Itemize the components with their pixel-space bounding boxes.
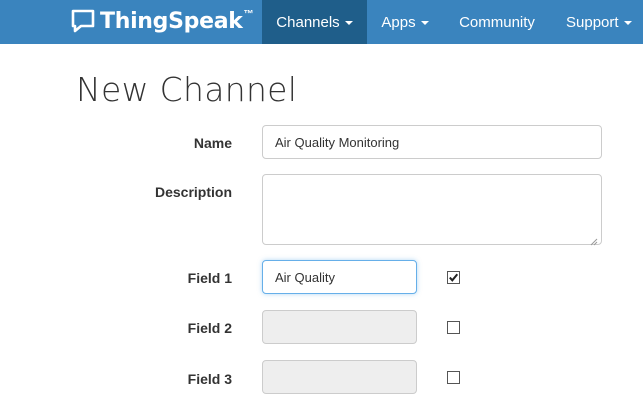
- chevron-down-icon: [344, 21, 353, 25]
- field1-checkbox[interactable]: [447, 271, 460, 284]
- field3-checkbox[interactable]: [447, 371, 460, 384]
- field3-label: Field 3: [187, 371, 232, 387]
- nav-channels-label: Channels: [276, 13, 340, 31]
- nav-apps[interactable]: Apps: [367, 0, 443, 44]
- name-label: Name: [193, 135, 232, 151]
- field1-input[interactable]: [262, 260, 417, 294]
- brand-trademark: ™: [243, 9, 254, 20]
- description-textarea[interactable]: [262, 174, 602, 245]
- field2-input[interactable]: [262, 310, 417, 344]
- nav-support[interactable]: Support: [551, 0, 643, 44]
- brand-name: ThingSpeak: [100, 8, 243, 34]
- chat-bubble-check-icon: [70, 8, 96, 34]
- chevron-down-icon: [420, 21, 429, 25]
- name-input[interactable]: [262, 125, 602, 159]
- nav-community-label: Community: [459, 13, 535, 31]
- top-navbar: ThingSpeak ™ Channels Apps Community Sup…: [0, 0, 643, 44]
- nav-community[interactable]: Community: [443, 0, 551, 44]
- nav-channels[interactable]: Channels: [262, 0, 367, 44]
- nav-support-label: Support: [566, 13, 619, 31]
- nav-apps-label: Apps: [381, 13, 416, 31]
- resize-grip-icon[interactable]: [590, 233, 598, 246]
- field2-label: Field 2: [187, 320, 232, 336]
- checkmark-icon: [449, 273, 459, 282]
- description-label: Description: [154, 184, 232, 200]
- field3-input[interactable]: [262, 360, 417, 394]
- field2-checkbox[interactable]: [447, 321, 460, 334]
- chevron-down-icon: [623, 21, 632, 25]
- page-title: New Channel: [76, 70, 298, 109]
- thingspeak-logo-link[interactable]: ThingSpeak ™: [70, 6, 254, 36]
- field1-label: Field 1: [187, 270, 232, 286]
